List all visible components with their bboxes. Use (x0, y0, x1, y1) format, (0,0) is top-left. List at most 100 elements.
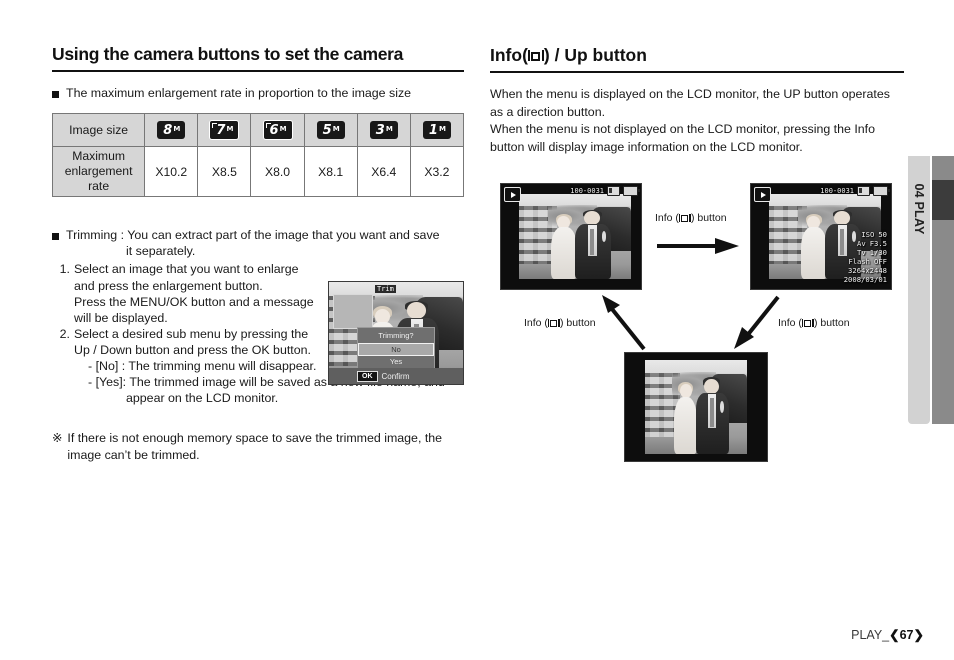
heading-underline (52, 70, 464, 72)
size-badge-1m: 1M (422, 121, 451, 139)
arrow-right-icon (657, 238, 739, 254)
info-display-icon (527, 44, 544, 65)
file-number: 100-0031 (570, 186, 604, 195)
exif-label-tv: Tv (857, 248, 866, 257)
section-rail-active-marker (932, 180, 954, 220)
para-line-4: button will display image information on… (490, 139, 803, 154)
memory-note: ※ If there is not enough memory space to… (52, 430, 464, 463)
table-header-image-size: Image size (51, 113, 146, 147)
flow-label-top: Info ( ) button (655, 212, 727, 224)
arrow-up-right-icon (602, 295, 646, 351)
photo-figure-man (575, 209, 611, 279)
square-bullet-icon (52, 233, 59, 240)
memory-card-icon (857, 185, 870, 196)
page-number: 67 (899, 628, 914, 642)
exif-resolution: 3264x2448 (848, 266, 887, 275)
table-header-max-rate: Maximum enlargement rate (51, 146, 146, 197)
bullet-trimming-text: Trimming : You can extract part of the i… (66, 228, 440, 242)
rate-cell: X3.2 (409, 146, 465, 197)
para-line-3: When the menu is not displayed on the LC… (490, 122, 876, 136)
trimming-confirm-dialog: Trimming? No Yes (357, 326, 435, 372)
battery-icon (873, 185, 890, 196)
photo-figure-woman (549, 214, 578, 279)
exif-value-av: F3.5 (869, 239, 887, 248)
info-display-icon (547, 317, 560, 329)
flow-label-left-prefix: Info ( (524, 317, 548, 329)
dialog-option-yes[interactable]: Yes (358, 356, 434, 367)
step-text: Select an image that you want to enlarge (74, 262, 299, 276)
trim-status-tag: Trim (375, 285, 396, 293)
enlargement-rate-table: Image size 8M 7M 6M 5M 3M 1M Maximum enl… (51, 113, 465, 197)
footer-close-bracket: ❯ (913, 628, 924, 642)
lcd-bottom-bar: OK Confirm (329, 368, 463, 384)
size-icon-cell: 6M (250, 113, 305, 147)
flow-label-left-suffix: ) button (559, 317, 596, 329)
dialog-option-no[interactable]: No (358, 342, 434, 356)
right-heading-block: Info( ) / Up button (490, 44, 904, 73)
arrow-down-left-icon (734, 295, 780, 349)
bullet-trimming-text-cont: it separately. (126, 244, 196, 258)
size-badge-5m: 5M (316, 121, 345, 139)
bullet-trimming: Trimming : You can extract part of the i… (52, 227, 464, 243)
heading-underline (490, 71, 904, 73)
exif-date: 2008/03/01 (843, 275, 887, 284)
lcd-playback-info: 100-0031 ISO 50 Av F3.5 Tv 1/30 Flash OFF 32… (750, 183, 892, 290)
exif-value-tv: 1/30 (869, 248, 887, 257)
para-line-1: When the menu is displayed on the LCD mo… (490, 87, 890, 101)
size-badge-8m: 8M (157, 121, 186, 139)
exif-label-flash: Flash (848, 257, 871, 266)
footer-open-bracket: ❮ (889, 628, 900, 642)
size-icon-cell: 1M (409, 113, 465, 147)
lcd-status-bar: 100-0031 (501, 184, 641, 197)
note-mark-icon: ※ (52, 431, 63, 445)
trim-selection-box[interactable] (333, 294, 373, 329)
photo-figure-man (696, 377, 729, 454)
lcd-status-bar: 100-0031 (751, 184, 891, 197)
lcd-playback-plain: 100-0031 (500, 183, 642, 290)
flow-label-top-suffix: ) button (690, 212, 727, 224)
exif-overlay: ISO 50 Av F3.5 Tv 1/30 Flash OFF 3264x2448 2… (844, 230, 887, 284)
size-badge-6m: 6M (262, 120, 293, 140)
step-number: 1. (59, 262, 70, 276)
flow-label-top-prefix: Info ( (655, 212, 679, 224)
lcd-trimming-dialog: Trim Trimming? No Yes OK Confirm (328, 281, 464, 385)
lcd-playback-no-osd (624, 352, 768, 462)
lcd-photo (519, 194, 631, 279)
footer-section: PLAY_ (851, 628, 890, 642)
size-icon-cell: 8M (144, 113, 199, 147)
right-paragraph: When the menu is displayed on the LCD mo… (490, 86, 904, 156)
step-1: 1. Select an image that you want to enla… (52, 261, 464, 278)
flow-label-right-suffix: ) button (813, 317, 850, 329)
section-title-suffix: ) / Up button (543, 45, 647, 65)
rate-cell: X10.2 (144, 146, 199, 197)
size-icon-cell: 7M (197, 113, 252, 147)
left-heading-block: Using the camera buttons to set the came… (52, 44, 464, 72)
exif-value-flash: OFF (874, 257, 887, 266)
size-icon-cell: 3M (356, 113, 411, 147)
sub-item-yes-cont: appear on the LCD monitor. (126, 391, 279, 405)
exif-value-iso: 50 (878, 230, 887, 239)
bullet-text: The maximum enlargement rate in proporti… (66, 86, 412, 100)
para-line-2: as a direction button. (490, 104, 606, 119)
section-tab-label: 04 PLAY (912, 183, 926, 235)
exif-label-iso: ISO (861, 230, 875, 239)
rate-cell: X8.0 (250, 146, 305, 197)
battery-icon (623, 185, 640, 196)
step-number: 2. (59, 326, 70, 341)
note-line-2: image can’t be trimmed. (67, 447, 200, 462)
page-footer: PLAY_❮67❯ (851, 627, 924, 642)
page-title: Using the camera buttons to set the came… (52, 44, 404, 64)
info-display-icon (801, 317, 814, 329)
photo-figure-woman (799, 214, 828, 279)
table-row-image-size: Image size 8M 7M 6M 5M 3M 1M (51, 113, 465, 147)
section-tab[interactable]: 04 PLAY (908, 156, 930, 424)
bullet-max-enlargement: The maximum enlargement rate in proporti… (52, 85, 464, 101)
section-title: Info( ) / Up button (490, 44, 904, 71)
size-badge-7m: 7M (209, 120, 240, 140)
lcd-photo (645, 360, 747, 454)
dialog-question: Trimming? (378, 330, 414, 340)
memory-card-icon (607, 185, 620, 196)
right-column: Info( ) / Up button When the menu is disp… (490, 44, 904, 156)
ok-button-chip[interactable]: OK (357, 370, 378, 382)
section-title-prefix: Info( (490, 45, 528, 65)
